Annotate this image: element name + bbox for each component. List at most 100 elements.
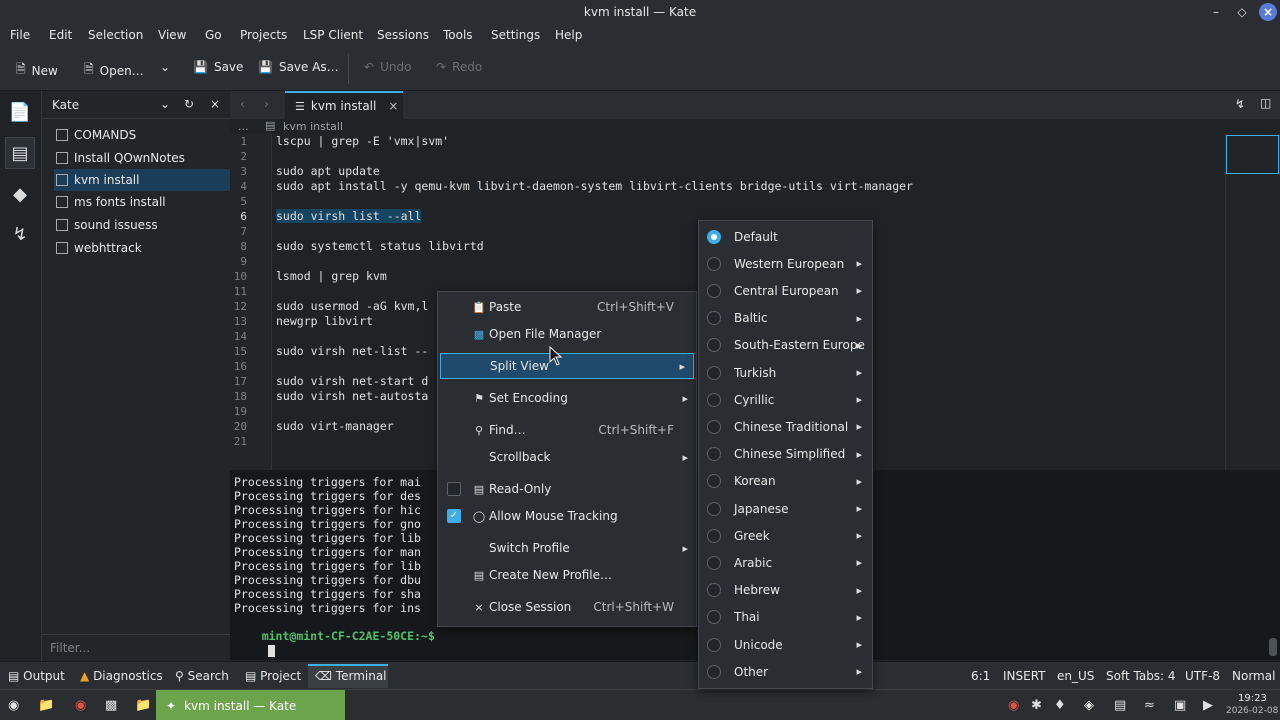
encoding-item[interactable]: Other ▸ — [699, 658, 872, 685]
menu-view[interactable]: View — [158, 28, 186, 42]
encoding[interactable]: UTF-8 — [1185, 669, 1220, 683]
minimize-icon[interactable]: – — [1207, 3, 1225, 21]
encoding-item[interactable]: Chinese Traditional ▸ — [699, 413, 872, 440]
menu-sessions[interactable]: Sessions — [377, 28, 429, 42]
menu-item-paste[interactable]: 📋 Paste Ctrl+Shift+V — [438, 294, 696, 320]
indentation[interactable]: Soft Tabs: 4 — [1106, 669, 1176, 683]
encoding-radio[interactable] — [707, 501, 721, 516]
diagnostics-tab[interactable]: ▲ Diagnostics — [80, 669, 163, 683]
clock-date[interactable]: 2026-02-08 — [1226, 706, 1278, 716]
file-item-selected[interactable]: kvm install — [54, 169, 230, 191]
encoding-item[interactable]: Chinese Simplified ▸ — [699, 441, 872, 468]
redo-button[interactable]: ↷ Redo — [436, 60, 482, 74]
folder-icon[interactable]: 📁 — [38, 698, 54, 713]
menu-item-switch-profile[interactable]: Switch Profile ▸ — [438, 535, 696, 561]
forward-arrow-icon[interactable]: › — [264, 97, 269, 111]
menu-file[interactable]: File — [10, 28, 30, 42]
record-icon[interactable]: ◉ — [1008, 698, 1019, 713]
encoding-radio[interactable] — [707, 392, 721, 407]
encoding-radio[interactable] — [707, 474, 721, 489]
documents-icon[interactable]: 📄 — [5, 97, 35, 129]
search-tab[interactable]: ⚲ Search — [175, 669, 229, 683]
menu-projects[interactable]: Projects — [240, 28, 287, 42]
file-item[interactable]: webhttrack — [54, 237, 230, 259]
breadcrumb-file[interactable]: kvm install — [283, 120, 343, 133]
file-item[interactable]: ms fonts install — [54, 191, 230, 213]
encoding-radio[interactable] — [707, 637, 721, 652]
menu-edit[interactable]: Edit — [49, 28, 72, 42]
save-as-button[interactable]: 💾 Save As… — [258, 60, 339, 74]
encoding-radio[interactable] — [707, 528, 721, 543]
terminal-icon[interactable]: ▩ — [105, 698, 117, 713]
menu-tools[interactable]: Tools — [443, 28, 473, 42]
menu-help[interactable]: Help — [555, 28, 582, 42]
encoding-item[interactable]: Default — [699, 223, 872, 250]
new-button[interactable]: 🗎 New — [16, 60, 58, 81]
file-item[interactable]: Install QOwnNotes — [54, 147, 230, 169]
encoding-item[interactable]: Central European ▸ — [699, 277, 872, 304]
menu-item-find[interactable]: ⚲ Find… Ctrl+Shift+F — [438, 417, 696, 443]
maximize-icon[interactable]: ◇ — [1233, 3, 1251, 21]
encoding-item[interactable]: Cyrillic ▸ — [699, 386, 872, 413]
bluetooth-icon[interactable]: ✱ — [1031, 698, 1042, 713]
encoding-radio[interactable] — [707, 283, 721, 298]
split-icon[interactable]: ◫ — [1260, 96, 1271, 110]
open-dropdown-button[interactable]: ⌄ — [160, 60, 170, 74]
menu-item-scrollback[interactable]: Scrollback ▸ — [438, 444, 696, 470]
terminal-scrollbar[interactable] — [1269, 638, 1277, 656]
encoding-radio[interactable] — [707, 311, 721, 326]
battery-icon[interactable]: ▣ — [1174, 698, 1186, 713]
encoding-radio[interactable] — [707, 583, 721, 598]
wifi-icon[interactable]: ≈ — [1144, 698, 1155, 713]
git-icon[interactable]: ◆ — [5, 179, 35, 211]
filesystem-browser-icon[interactable]: ▤ — [5, 137, 35, 169]
file-item[interactable]: COMANDS — [54, 124, 230, 146]
clipboard-icon[interactable]: ▤ — [1114, 698, 1126, 713]
encoding-radio[interactable] — [707, 610, 721, 625]
encoding-radio[interactable] — [707, 365, 721, 380]
shield-icon[interactable]: ◈ — [1084, 698, 1094, 713]
input-mode[interactable]: INSERT — [1003, 669, 1046, 683]
filter-input[interactable]: Filter... — [42, 634, 231, 658]
encoding-item[interactable]: Greek ▸ — [699, 522, 872, 549]
encoding-item[interactable]: Hebrew ▸ — [699, 577, 872, 604]
encoding-item[interactable]: Japanese ▸ — [699, 495, 872, 522]
files-icon[interactable]: 📁 — [135, 698, 151, 713]
encoding-radio[interactable] — [707, 419, 721, 434]
encoding-item[interactable]: Korean ▸ — [699, 468, 872, 495]
menu-item-create-profile[interactable]: ▤ Create New Profile… — [438, 562, 696, 588]
minimap-viewport[interactable] — [1226, 135, 1279, 174]
mouse-tracking-checkbox[interactable]: ✓ — [447, 509, 461, 523]
encoding-radio[interactable] — [707, 229, 721, 244]
encoding-item[interactable]: Arabic ▸ — [699, 549, 872, 576]
encoding-radio[interactable] — [707, 555, 721, 570]
menu-item-open-file-manager[interactable]: ▩ Open File Manager — [438, 321, 696, 347]
encoding-item[interactable]: Thai ▸ — [699, 604, 872, 631]
save-button[interactable]: 💾 Save — [193, 60, 243, 74]
menu-go[interactable]: Go — [205, 28, 222, 42]
minimap[interactable] — [1225, 134, 1280, 470]
encoding-item[interactable]: Western European ▸ — [699, 250, 872, 277]
encoding-radio[interactable] — [707, 447, 721, 462]
task-kate[interactable]: ✦ kvm install — Kate — [156, 690, 345, 720]
menu-icon[interactable]: ◉ — [8, 698, 19, 713]
mode[interactable]: Normal — [1232, 669, 1275, 683]
undo-button[interactable]: ↶ Undo — [364, 60, 411, 74]
breadcrumb-dots[interactable]: ... — [238, 120, 249, 133]
chevron-down-icon[interactable]: ⌄ — [160, 97, 170, 111]
open-button[interactable]: 🗎 Open… — [84, 60, 144, 81]
output-tab[interactable]: ▤ Output — [8, 669, 65, 683]
encoding-item[interactable]: Turkish ▸ — [699, 359, 872, 386]
clock-time[interactable]: 19:23 — [1238, 693, 1267, 704]
menu-settings[interactable]: Settings — [491, 28, 540, 42]
quick-open-icon[interactable]: ↯ — [1235, 97, 1245, 111]
menu-item-read-only[interactable]: ▤ Read-Only — [438, 476, 696, 502]
bell-icon[interactable]: ♦ — [1054, 698, 1066, 713]
read-only-checkbox[interactable] — [447, 482, 461, 496]
menu-item-mouse-tracking[interactable]: ✓ ◯ Allow Mouse Tracking — [438, 503, 696, 529]
tab-kvm-install[interactable]: ☰ kvm install × — [285, 91, 403, 119]
menu-selection[interactable]: Selection — [88, 28, 143, 42]
encoding-item[interactable]: South-Eastern Europe ▸ — [699, 332, 872, 359]
cursor-position[interactable]: 6:1 — [971, 669, 990, 683]
encoding-radio[interactable] — [707, 256, 721, 271]
